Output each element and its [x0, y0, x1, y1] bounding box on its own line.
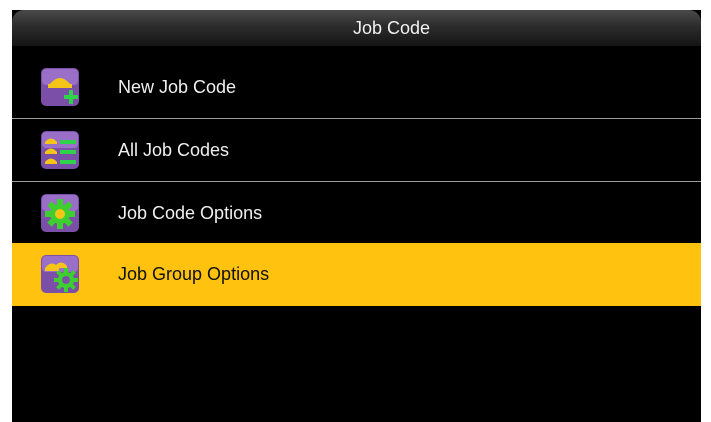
- title-bar: Job Code: [12, 10, 701, 46]
- device-screen: Job Code New Job Code All Job Codes Job …: [12, 10, 701, 422]
- menu-item-job-code-options[interactable]: Job Code Options: [12, 182, 701, 245]
- menu-item-label: Job Code Options: [118, 203, 263, 223]
- job-code-list-icon: [41, 131, 79, 169]
- menu-item-new-job-code[interactable]: New Job Code: [12, 56, 701, 119]
- gear-icon: [41, 194, 79, 232]
- add-job-code-icon: [41, 68, 79, 106]
- menu-list: New Job Code All Job Codes Job Code Opti…: [12, 56, 701, 308]
- menu-item-label: Job Group Options: [118, 264, 270, 284]
- group-gear-icon: [41, 255, 79, 293]
- menu-item-all-job-codes[interactable]: All Job Codes: [12, 119, 701, 182]
- menu-item-label: All Job Codes: [118, 140, 230, 160]
- menu-item-label: New Job Code: [118, 77, 237, 97]
- menu-item-job-group-options[interactable]: Job Group Options: [12, 243, 701, 306]
- page-title: Job Code: [352, 18, 431, 38]
